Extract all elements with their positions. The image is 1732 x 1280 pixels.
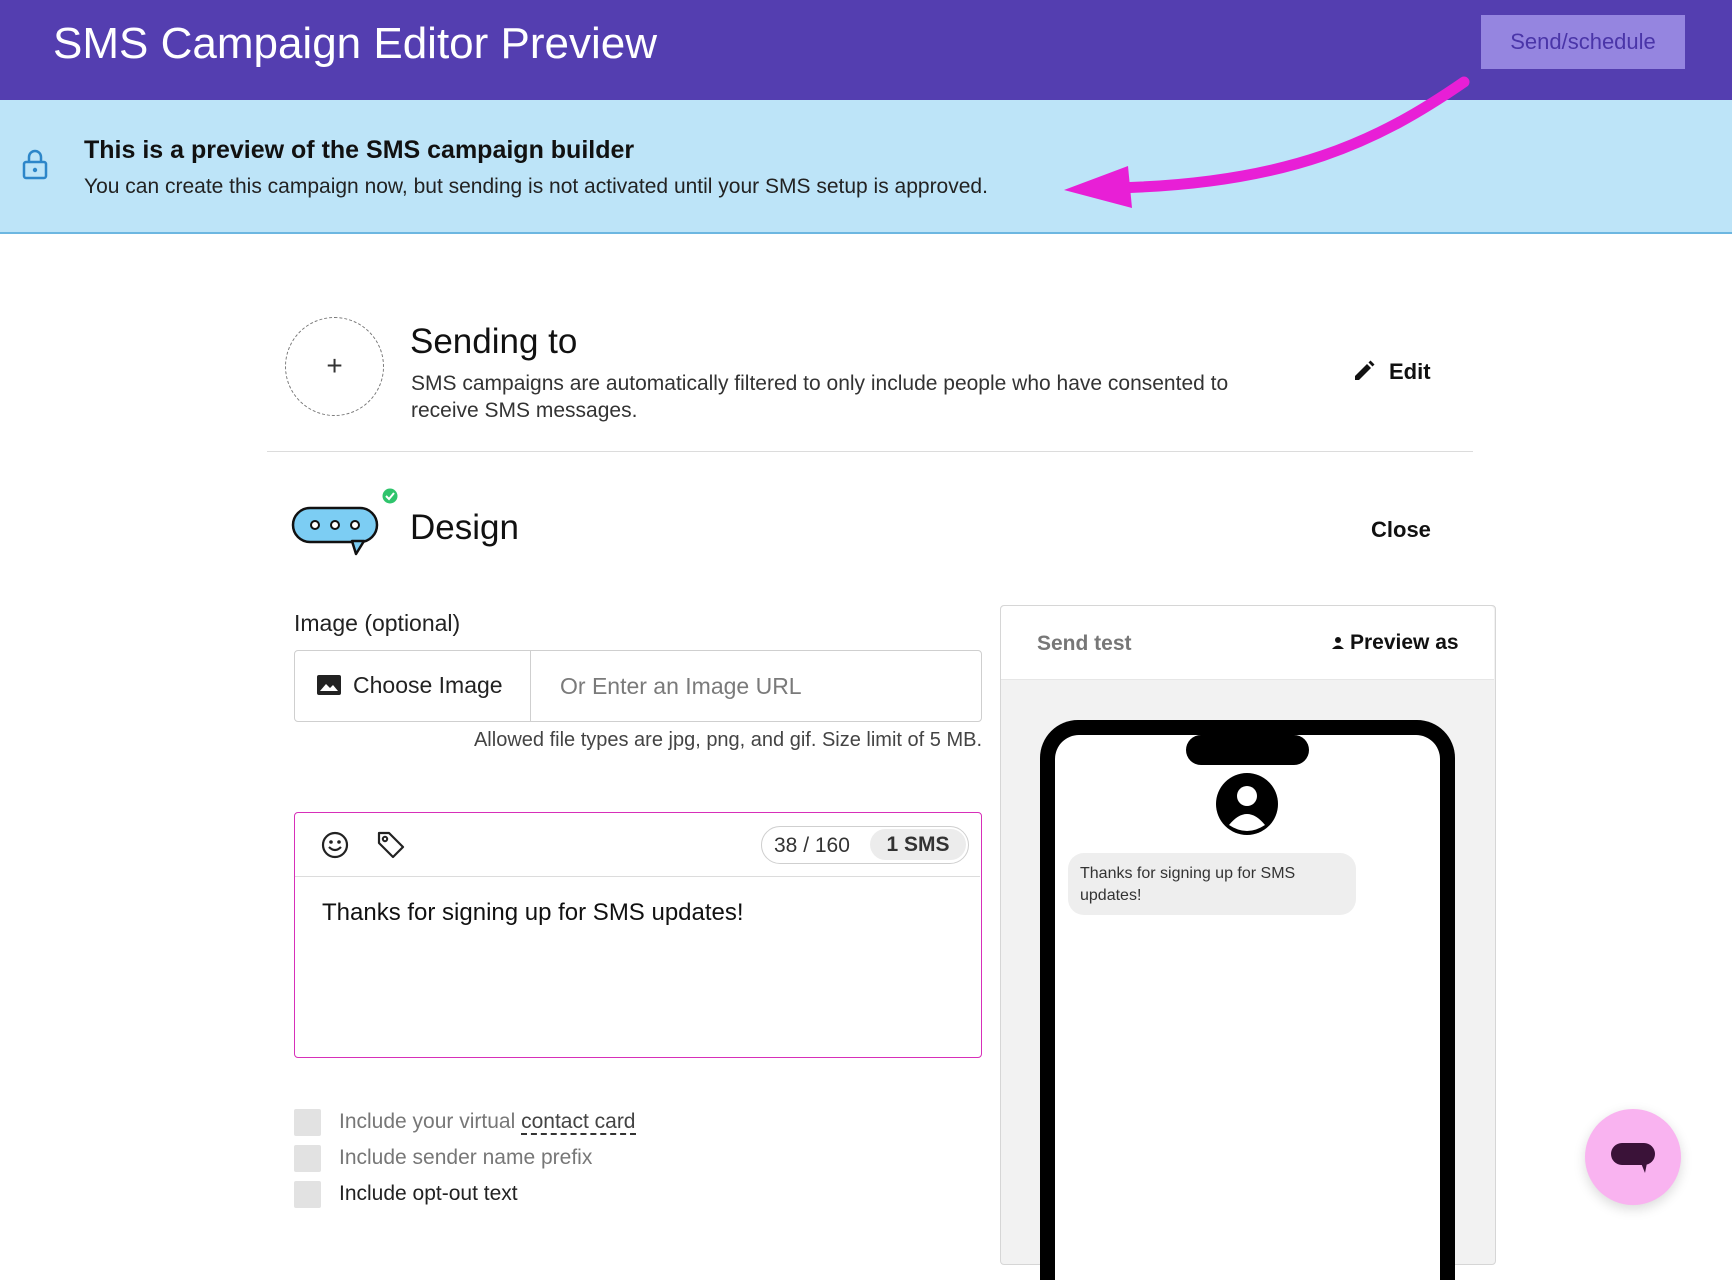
image-picker: Choose Image [294,650,982,722]
sender-prefix-checkbox[interactable] [294,1145,321,1172]
preview-panel: Send test Preview as Thanks for signing … [1000,605,1496,1280]
phone-notch [1186,735,1309,765]
add-audience-button[interactable]: + [285,317,384,416]
choose-image-button[interactable]: Choose Image [295,651,531,721]
page-title: SMS Campaign Editor Preview [53,19,658,68]
edit-label: Edit [1389,359,1431,384]
close-design-button[interactable]: Close [1371,517,1431,543]
preview-as-label: Preview as [1350,631,1459,654]
sms-count-badge: 1 SMS [870,829,966,860]
choose-image-label: Choose Image [353,672,503,698]
message-text[interactable]: Thanks for signing up for SMS updates! [322,899,952,927]
sending-to-title: Sending to [410,322,578,361]
sending-to-description: SMS campaigns are automatically filtered… [411,372,1229,422]
avatar-icon [1216,773,1278,835]
annotation-arrow [1064,76,1470,208]
lock-icon [22,149,48,180]
chat-fab-button[interactable] [1585,1109,1681,1205]
design-title: Design [410,508,519,547]
banner-text: You can create this campaign now, but se… [84,175,988,198]
preview-header: Send test Preview as [1001,606,1494,680]
char-count: 38 / 160 [774,834,850,857]
message-bubble: Thanks for signing up for SMS updates! [1068,853,1356,915]
image-icon [317,675,341,695]
optout-label: Include opt-out text [339,1182,518,1205]
sender-prefix-label: Include sender name prefix [339,1146,593,1169]
banner-title: This is a preview of the SMS campaign bu… [84,136,635,164]
message-editor: 38 / 160 1 SMS Thanks for signing up for… [294,812,982,1058]
section-divider [267,451,1473,452]
image-url-input[interactable] [532,651,980,721]
pencil-icon [1355,360,1375,380]
phone-screen: Thanks for signing up for SMS updates! [1055,735,1440,1280]
phone-mockup: Thanks for signing up for SMS updates! [1040,720,1455,1280]
send-test-button[interactable]: Send test [1037,632,1132,656]
person-icon [1332,637,1344,649]
optout-checkbox[interactable] [294,1181,321,1208]
contact-card-link[interactable]: contact card [521,1110,636,1135]
image-hint: Allowed file types are jpg, png, and gif… [473,729,982,751]
emoji-icon[interactable] [321,831,349,859]
contact-card-label: Include your virtual contact card [339,1110,636,1135]
editor-toolbar: 38 / 160 1 SMS [295,813,980,877]
check-badge-icon [382,488,398,504]
image-label: Image (optional) [294,610,461,636]
chat-bubble-icon [291,488,398,556]
tag-icon[interactable] [376,830,406,860]
character-counter: 38 / 160 1 SMS [761,826,969,864]
send-schedule-button[interactable]: Send/schedule [1481,15,1685,69]
chat-fab-icon [1611,1143,1655,1173]
contact-card-checkbox[interactable] [294,1109,321,1136]
